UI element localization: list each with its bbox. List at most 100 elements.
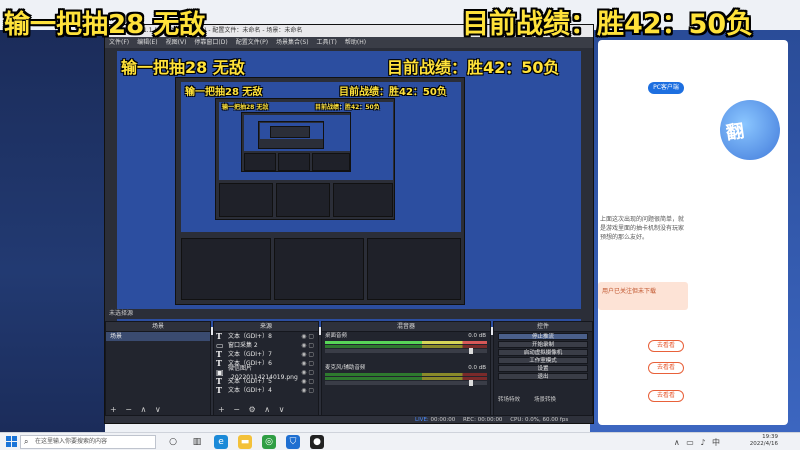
start-recording-button[interactable]: 开始录制 (498, 341, 588, 348)
windows-start-icon[interactable] (6, 436, 17, 447)
go-see-button-3[interactable]: 去看看 (648, 390, 684, 402)
source-item[interactable]: ▣ 微信图片_20220114214019.png ◉ ▢ (214, 365, 318, 381)
mixer-track-desktop[interactable]: 桌面音频 0.0 dB (322, 332, 490, 354)
menu-tools[interactable]: 工具(T) (317, 37, 337, 48)
preview-overlay-left-text: 输一把抽28 无敌 (121, 58, 245, 77)
tab-transitions[interactable]: 转场特效 (498, 395, 520, 403)
eye-lock-icon[interactable]: ◉ ▢ (301, 332, 314, 341)
cpu-fps: CPU: 0.0%, 60.00 fps (510, 417, 569, 423)
mixer-track-db: 0.0 dB (468, 333, 486, 339)
nested-obs-level-5 (258, 121, 324, 149)
fader-handle[interactable] (469, 348, 473, 354)
live-label: LIVE: (415, 417, 429, 423)
source-item-label: 文本（GDI+）5 (228, 378, 272, 385)
obs-label-bar: 未选择源 (105, 309, 593, 319)
scenes-dock: 场景 场景 + − ∧ ∨ (105, 321, 211, 416)
source-item[interactable]: T 文本（GDI+）8 ◉ ▢ (214, 332, 318, 341)
rec-label: REC: (462, 417, 476, 423)
overlay-right-text: 目前战绩：胜42：50负 (462, 9, 754, 40)
eye-lock-icon[interactable]: ◉ ▢ (301, 386, 314, 395)
sources-dock: 来源 T 文本（GDI+）8 ◉ ▢ ▭ 窗口采集 2 ◉ ▢ T 文本（GDI+）7 ◉ … (213, 321, 319, 416)
source-item[interactable]: T 文本（GDI+）7 ◉ ▢ (214, 350, 318, 359)
fader-handle[interactable] (469, 380, 473, 386)
audio-meter (325, 373, 487, 376)
clock-time: 19:39 (762, 434, 778, 440)
shield-app-icon[interactable]: ⛉ (286, 435, 300, 449)
obs-preview-canvas[interactable]: 输一把抽28 无敌 目前战绩：胜42：50负 输一把抽28 无敌 目前战绩：胜4… (117, 51, 581, 335)
obs-status-bar: LIVE: 00:00:00 REC: 00:00:00 CPU: 0.0%, … (105, 415, 593, 423)
nested3-overlay-left-text: 输一把抽28 无敌 (222, 104, 269, 111)
mixer-track-mic[interactable]: 麦克风/辅助音频 0.0 dB (322, 364, 490, 386)
nested-obs-level-2: 输一把抽28 无敌 目前战绩：胜42：50负 输一把抽28 无敌 目前战绩：胜4… (175, 77, 465, 305)
rec-time: 00:00:00 (477, 417, 503, 423)
background-orange-note: 用户已关注但未下载 (598, 282, 688, 310)
volume-fader[interactable] (325, 380, 487, 386)
windows-taskbar: ⌕ 在这里输入你要搜索的内容 ○ ▥ e ▬ ◎ ⛉ ● ∧ ▭ ♪ 中 19:… (0, 432, 800, 450)
nested-overlay-right-text: 目前战绩：胜42：50负 (339, 87, 447, 98)
controls-dock-header: 控件 (494, 322, 592, 332)
mixer-track-db: 0.0 dB (468, 365, 486, 371)
start-virtual-camera-button[interactable]: 启动虚拟摄像机 (498, 349, 588, 356)
nested-obs-level-4 (241, 112, 351, 172)
obs-taskbar-icon[interactable]: ● (310, 435, 324, 449)
eye-lock-icon[interactable]: ◉ ▢ (301, 377, 314, 386)
scene-item-label: 场景 (110, 333, 123, 340)
overlay-left-text: 输一把抽28 无敌 (4, 10, 206, 40)
taskbar-search-input[interactable]: ⌕ 在这里输入你要搜索的内容 (20, 435, 156, 449)
source-item[interactable]: T 文本（GDI+）5 ◉ ▢ (214, 377, 318, 386)
controls-dock: 控件 停止推流 开始录制 启动虚拟摄像机 工作室模式 设置 退出 转场特效 场景… (493, 321, 593, 416)
eye-lock-icon[interactable]: ◉ ▢ (301, 368, 314, 377)
source-item[interactable]: T 文本（GDI+）4 ◉ ▢ (214, 386, 318, 395)
tray-icons[interactable]: ∧ ▭ ♪ 中 (674, 437, 722, 448)
mixer-dock-header: 混音器 (322, 322, 490, 332)
chrome-browser-icon[interactable]: ◎ (262, 435, 276, 449)
scene-item[interactable]: 场景 (106, 332, 210, 341)
source-item-label: 文本（GDI+）8 (228, 333, 272, 340)
source-item-label: 窗口采集 2 (228, 342, 258, 349)
pc-client-pill[interactable]: PC客户端 (648, 82, 684, 94)
nested-overlay-left-text: 输一把抽28 无敌 (185, 87, 263, 98)
scenes-dock-footer[interactable]: + − ∧ ∨ (106, 405, 210, 415)
audio-meter (325, 377, 487, 380)
obs-window[interactable]: OBS 26.1.1 (64-bit, windows) - 配置文件：未命名 … (104, 24, 594, 424)
background-left-stripe (0, 30, 105, 432)
scenes-dock-header: 场景 (106, 322, 210, 332)
search-icon: ⌕ (24, 437, 29, 446)
eye-lock-icon[interactable]: ◉ ▢ (301, 341, 314, 350)
exit-button[interactable]: 退出 (498, 373, 588, 380)
nested3-overlay-right-text: 目前战绩：胜42：50负 (315, 104, 380, 111)
clock-date: 2022/4/16 (749, 441, 778, 447)
mixer-dock: 混音器 桌面音频 0.0 dB 麦克风/辅助音频 0.0 dB (321, 321, 491, 416)
live-time: 00:00:00 (430, 417, 456, 423)
preview-overlay-right-text: 目前战绩：胜42：50负 (387, 58, 560, 77)
settings-button[interactable]: 设置 (498, 365, 588, 372)
text-source-icon: T (216, 385, 222, 395)
file-explorer-icon[interactable]: ▬ (238, 435, 252, 449)
source-item-label: 文本（GDI+）4 (228, 387, 272, 394)
task-view-icon[interactable]: ○ (166, 435, 180, 449)
stop-streaming-button[interactable]: 停止推流 (498, 333, 588, 340)
taskbar-clock[interactable]: 19:39 2022/4/16 (750, 434, 778, 448)
sources-dock-header: 来源 (214, 322, 318, 332)
widgets-icon[interactable]: ▥ (190, 435, 204, 449)
eye-lock-icon[interactable]: ◉ ▢ (301, 350, 314, 359)
menu-scene-collection[interactable]: 场景集合(S) (276, 37, 309, 48)
studio-mode-button[interactable]: 工作室模式 (498, 357, 588, 364)
go-see-button-1[interactable]: 去看看 (648, 340, 684, 352)
menu-help[interactable]: 帮助(H) (345, 37, 366, 48)
tab-scene-transition[interactable]: 场景转换 (534, 395, 556, 403)
volume-fader[interactable] (325, 348, 487, 354)
obs-docks: 场景 场景 + − ∧ ∨ 来源 T 文本（GDI+）8 ◉ ▢ ▭ 窗口采集 2 ◉ … (105, 321, 593, 416)
go-see-button-2[interactable]: 去看看 (648, 362, 684, 374)
edge-browser-icon[interactable]: e (214, 435, 228, 449)
source-item-label: 文本（GDI+）7 (228, 351, 272, 358)
taskbar-apps: ○ ▥ e ▬ ◎ ⛉ ● (166, 435, 324, 449)
nested-obs-level-6 (270, 126, 310, 138)
menu-profile[interactable]: 配置文件(P) (236, 37, 268, 48)
audio-meter (325, 341, 487, 344)
sources-dock-footer[interactable]: + − ⚙ ∧ ∨ (214, 405, 318, 415)
nested-obs-level-3: 输一把抽28 无敌 目前战绩：胜42：50负 (215, 98, 395, 220)
mixer-track-label: 桌面音频 (325, 333, 348, 339)
background-mascot-text: 翻 (724, 120, 746, 145)
source-item[interactable]: ▭ 窗口采集 2 ◉ ▢ (214, 341, 318, 350)
